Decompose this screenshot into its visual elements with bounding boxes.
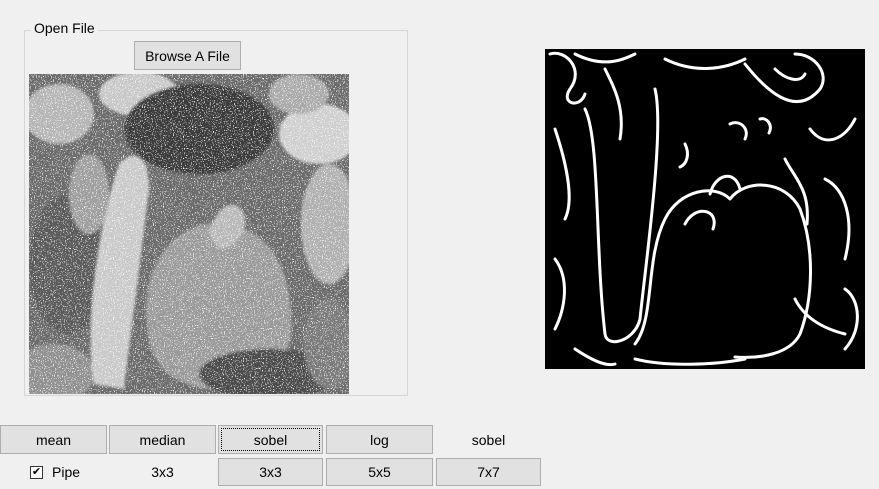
sobel-button[interactable]: sobel	[218, 425, 323, 454]
sobel-size-button[interactable]: 3x3	[218, 458, 323, 486]
pipe-label: Pipe	[52, 464, 81, 480]
median-button[interactable]: median	[109, 425, 216, 454]
browse-file-button[interactable]: Browse A File	[134, 41, 241, 70]
median-size-label: 3x3	[151, 464, 174, 480]
sobel-7x7-button[interactable]: 7x7	[436, 458, 541, 486]
sobel-label: sobel	[471, 431, 506, 448]
source-image	[29, 74, 349, 394]
log-button[interactable]: log	[326, 425, 433, 454]
pipe-checkmark[interactable]: ✔	[30, 465, 43, 479]
log-size-button[interactable]: 5x5	[326, 458, 433, 486]
source-image-canvas	[29, 74, 349, 394]
pipe-checkbox[interactable]: ✔ Pipe	[30, 458, 80, 486]
result-image-canvas	[545, 49, 865, 369]
mean-button[interactable]: mean	[0, 425, 107, 454]
result-image	[545, 49, 865, 369]
group-title: Open File	[31, 20, 98, 36]
